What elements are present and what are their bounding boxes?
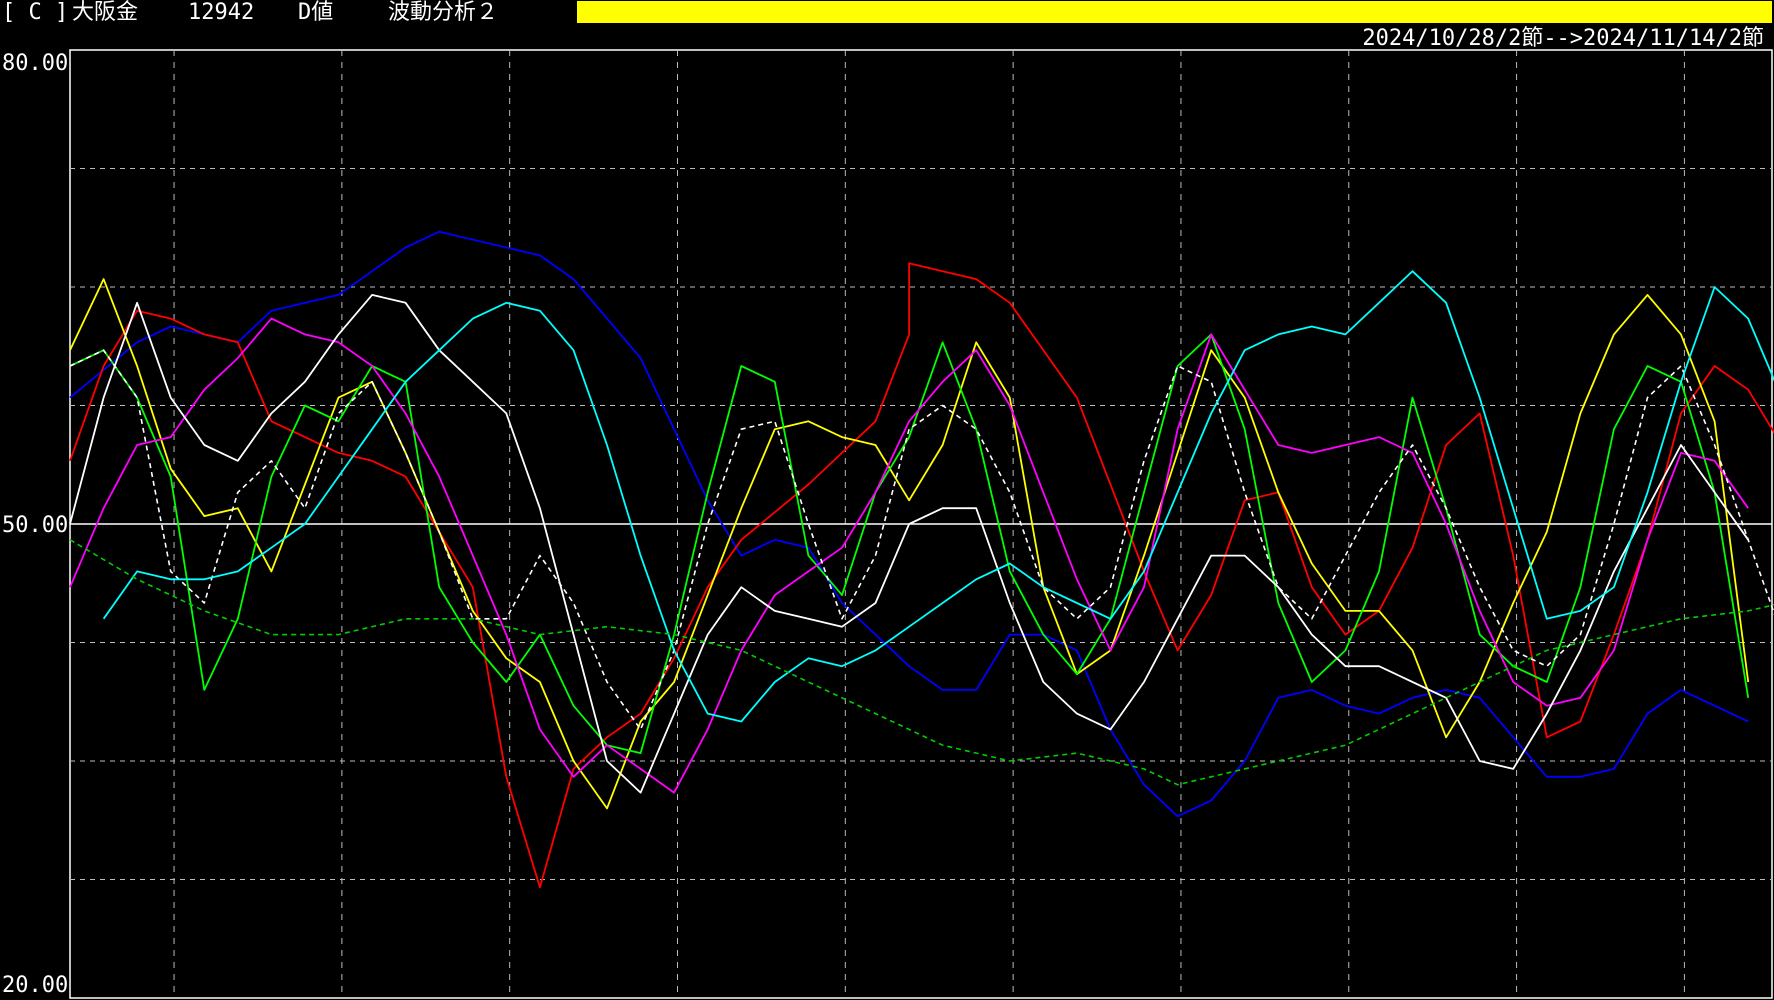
series-line-1 — [69, 262, 1774, 889]
series-line-7 — [102, 270, 1774, 723]
y-tick-middle: 50.00 — [2, 513, 69, 538]
chart-grid — [69, 49, 1773, 999]
y-tick-bottom: 20.00 — [2, 973, 69, 998]
series-line-4 — [69, 317, 1749, 794]
series-line-8 — [69, 539, 1774, 786]
wave-analysis-chart — [69, 49, 1774, 999]
y-tick-top: 80.00 — [2, 51, 69, 76]
series-layer — [69, 230, 1774, 889]
series-line-3 — [69, 333, 1750, 754]
